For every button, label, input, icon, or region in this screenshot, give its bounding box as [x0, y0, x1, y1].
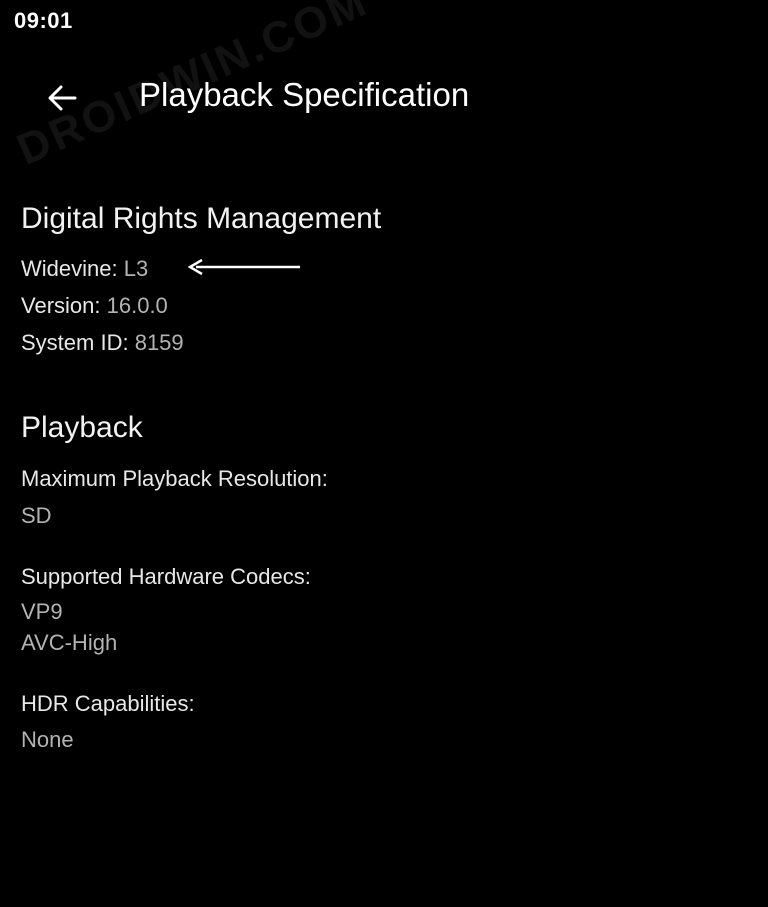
widevine-value: L3 — [123, 256, 149, 281]
system-id-row: System ID: 8159 — [21, 330, 184, 356]
system-id-label: System ID: — [21, 330, 129, 355]
version-label: Version: — [21, 293, 101, 318]
codec-item: AVC-High — [21, 630, 118, 655]
widevine-row: Widevine: L3 — [21, 256, 148, 282]
system-id-value: 8159 — [134, 330, 184, 355]
arrow-left-icon — [48, 85, 77, 111]
page-title: Playback Specification — [139, 76, 470, 113]
max-resolution-value: SD — [21, 503, 52, 528]
max-resolution-label: Maximum Playback Resolution: — [21, 466, 328, 491]
annotation-arrow-icon — [188, 258, 300, 276]
section-title-playback: Playback — [21, 411, 143, 444]
back-button[interactable] — [40, 78, 84, 118]
hdr-label: HDR Capabilities: — [21, 691, 195, 716]
app-bar: Playback Specification — [0, 70, 768, 126]
codecs-label: Supported Hardware Codecs: — [21, 564, 311, 589]
version-value: 16.0.0 — [106, 293, 168, 318]
hdr-value: None — [21, 727, 74, 752]
widevine-label: Widevine: — [21, 256, 118, 281]
version-row: Version: 16.0.0 — [21, 293, 168, 319]
section-title-drm: Digital Rights Management — [21, 202, 382, 235]
status-bar-time: 09:01 — [14, 8, 73, 33]
codec-item: VP9 — [21, 599, 63, 624]
